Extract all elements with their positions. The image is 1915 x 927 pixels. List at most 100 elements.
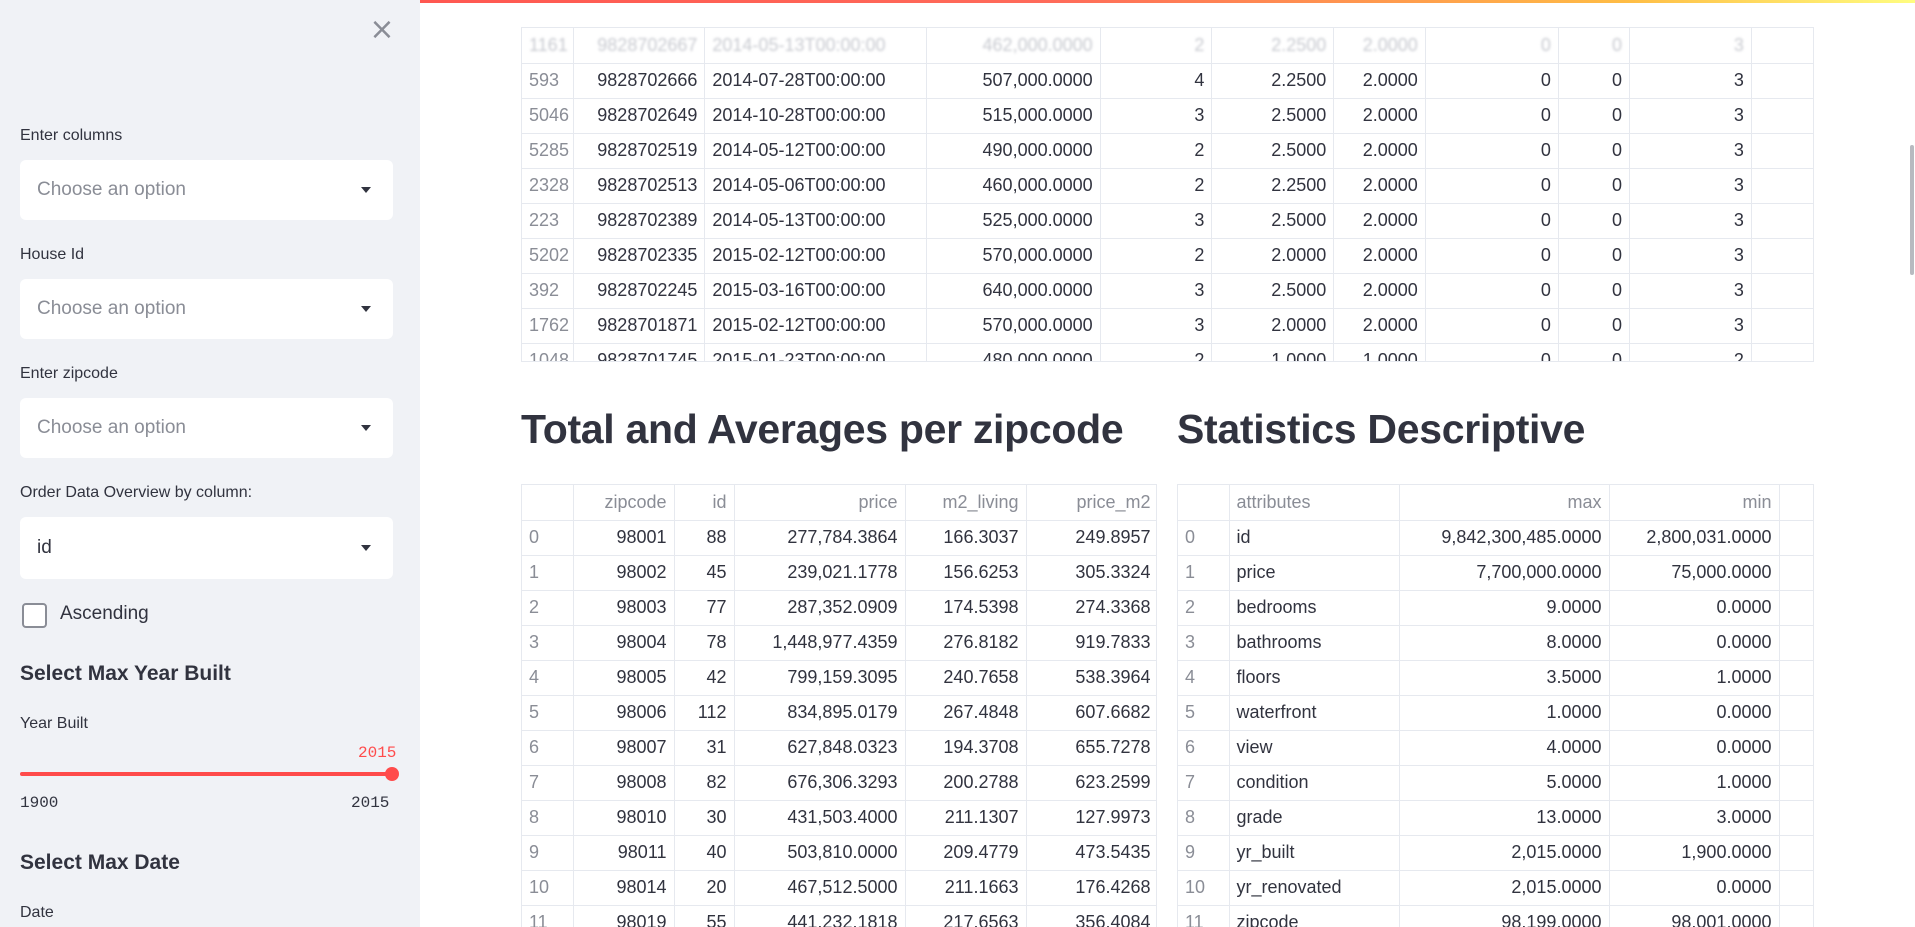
- table-row[interactable]: 1 price 7,700,000.0000 75,000.0000: [1178, 555, 1813, 591]
- table-row[interactable]: 8 98010 30 431,503.4000 211.1307 127.9973: [522, 800, 1156, 836]
- table-row[interactable]: 9 yr_built 2,015.0000 1,900.0000: [1178, 835, 1813, 871]
- year-slider-min: 1900: [20, 794, 59, 812]
- table-cell: 13.0000: [1399, 800, 1610, 836]
- table-row[interactable]: 4 floors 3.5000 1.0000: [1178, 660, 1813, 696]
- table-row[interactable]: 10 98014 20 467,512.5000 211.1663 176.4268: [522, 870, 1156, 906]
- table-cell: 276.8182: [905, 625, 1027, 661]
- table-row[interactable]: 4 98005 42 799,159.3095 240.7658 538.3964: [522, 660, 1156, 696]
- table-row[interactable]: 1161 9828702667 2014-05-13T00:00:00 462,000…: [522, 28, 1813, 64]
- table-row[interactable]: 11 98019 55 441,232.1818 217.6563 356.4084: [522, 905, 1156, 927]
- table-row[interactable]: 2 98003 77 287,352.0909 174.5398 274.3368: [522, 590, 1156, 626]
- table-row[interactable]: 10 yr_renovated 2,015.0000 0.0000: [1178, 870, 1813, 906]
- table-cell: 356.4084: [1026, 905, 1156, 927]
- table-cell: 98011: [573, 835, 675, 871]
- year-slider-track[interactable]: [20, 772, 393, 776]
- table-cell: 2.5000: [1211, 98, 1335, 134]
- table-row[interactable]: 5 98006 112 834,895.0179 267.4848 607.6682: [522, 695, 1156, 731]
- table-cell: 6: [522, 730, 574, 766]
- table-cell: 2.0000: [1333, 203, 1426, 239]
- table-row[interactable]: 1 98002 45 239,021.1778 156.6253 305.3324: [522, 555, 1156, 591]
- table-row[interactable]: 2328 9828702513 2014-05-06T00:00:00 460,000…: [522, 168, 1813, 204]
- year-slider-thumb[interactable]: [385, 767, 399, 781]
- table-row[interactable]: 7 98008 82 676,306.3293 200.2788 623.2599: [522, 765, 1156, 801]
- table-row[interactable]: 1048 9828701745 2015-01-23T00:00:00 480,000…: [522, 343, 1813, 361]
- table-cell: 0: [1425, 273, 1559, 309]
- table-cell: 30: [674, 800, 735, 836]
- data-overview-table[interactable]: 1161 9828702667 2014-05-13T00:00:00 462,000…: [521, 27, 1814, 362]
- table-row[interactable]: 5046 9828702649 2014-10-28T00:00:00 515,000…: [522, 98, 1813, 134]
- page-scrollbar[interactable]: [1910, 145, 1914, 275]
- table-cell: 277,784.3864: [734, 520, 906, 556]
- table-cell-empty: [1779, 625, 1813, 661]
- table-cell: 9,842,300,485.0000: [1399, 520, 1610, 556]
- columns-multiselect[interactable]: Choose an option: [20, 160, 393, 220]
- table-cell: 7: [1178, 765, 1230, 801]
- table-cell: 45: [674, 555, 735, 591]
- table-row[interactable]: 2 bedrooms 9.0000 0.0000: [1178, 590, 1813, 626]
- table-cell: 2.0000: [1333, 168, 1426, 204]
- table-cell: 3: [1100, 203, 1213, 239]
- table-cell-empty: [1779, 660, 1813, 696]
- table-row[interactable]: 5202 9828702335 2015-02-12T00:00:00 570,000…: [522, 238, 1813, 274]
- table-cell: 88: [674, 520, 735, 556]
- table-cell: 2,015.0000: [1399, 835, 1610, 871]
- table-cell: 0: [1425, 308, 1559, 344]
- table-row[interactable]: 5285 9828702519 2014-05-12T00:00:00 490,000…: [522, 133, 1813, 169]
- zipcode-table[interactable]: zipcode id price m2_living price_m2 0 98001 88…: [521, 484, 1157, 927]
- table-cell: 3.5000: [1399, 660, 1610, 696]
- zipcode-section-title: Total and Averages per zipcode: [521, 406, 1124, 452]
- table-cell: 0: [1425, 168, 1559, 204]
- table-row[interactable]: 8 grade 13.0000 3.0000: [1178, 800, 1813, 836]
- table-row[interactable]: 9 98011 40 503,810.0000 209.4779 473.5435: [522, 835, 1156, 871]
- table-row[interactable]: 593 9828702666 2014-07-28T00:00:00 507,000.…: [522, 63, 1813, 99]
- table-cell: 9: [1178, 835, 1230, 871]
- table-cell: 460,000.0000: [926, 168, 1101, 204]
- table-row[interactable]: 0 id 9,842,300,485.0000 2,800,031.0000: [1178, 520, 1813, 556]
- table-row[interactable]: 392 9828702245 2015-03-16T00:00:00 640,000.…: [522, 273, 1813, 309]
- table-cell: 217.6563: [905, 905, 1027, 927]
- table-cell-empty: [1751, 238, 1813, 274]
- table-cell: condition: [1229, 765, 1400, 801]
- table-cell: 6: [1178, 730, 1230, 766]
- table-row[interactable]: 223 9828702389 2014-05-13T00:00:00 525,000.…: [522, 203, 1813, 239]
- close-sidebar-icon[interactable]: ×: [367, 12, 397, 48]
- table-cell: 0: [1425, 238, 1559, 274]
- table-cell-empty: [1751, 343, 1813, 361]
- table-cell: 98006: [573, 695, 675, 731]
- table-cell: 2.0000: [1333, 98, 1426, 134]
- table-row[interactable]: 6 view 4.0000 0.0000: [1178, 730, 1813, 766]
- table-cell-empty: [1751, 133, 1813, 169]
- chevron-down-icon: [361, 187, 371, 193]
- table-row[interactable]: 3 98004 78 1,448,977.4359 276.8182 919.7833: [522, 625, 1156, 661]
- table-row[interactable]: 6 98007 31 627,848.0323 194.3708 655.7278: [522, 730, 1156, 766]
- table-row[interactable]: 5 waterfront 1.0000 0.0000: [1178, 695, 1813, 731]
- table-cell-empty: [1779, 555, 1813, 591]
- table-cell: grade: [1229, 800, 1400, 836]
- table-row[interactable]: 3 bathrooms 8.0000 0.0000: [1178, 625, 1813, 661]
- table-cell: 9: [522, 835, 574, 871]
- zipcode-multiselect[interactable]: Choose an option: [20, 398, 393, 458]
- table-cell: 2: [1100, 28, 1213, 64]
- table-cell: 11: [522, 905, 574, 927]
- table-cell: 0.0000: [1609, 730, 1780, 766]
- table-cell: 2.0000: [1333, 273, 1426, 309]
- house-id-multiselect[interactable]: Choose an option: [20, 279, 393, 339]
- main-content: 1161 9828702667 2014-05-13T00:00:00 462,000…: [420, 0, 1915, 927]
- order-select[interactable]: id: [20, 517, 393, 579]
- table-row[interactable]: 7 condition 5.0000 1.0000: [1178, 765, 1813, 801]
- table-cell: 431,503.4000: [734, 800, 906, 836]
- table-cell: 1.0000: [1399, 695, 1610, 731]
- table-cell: 9828702519: [573, 133, 706, 169]
- table-cell-empty: [1751, 63, 1813, 99]
- table-row[interactable]: 1762 9828701871 2015-02-12T00:00:00 570,000…: [522, 308, 1813, 344]
- table-cell: 1161: [522, 28, 575, 64]
- checkbox-box[interactable]: [22, 603, 47, 628]
- statistics-table[interactable]: attributes max min 0 id 9,842,300,485.0000 2,…: [1177, 484, 1814, 927]
- table-cell: 211.1663: [905, 870, 1027, 906]
- table-cell: 3: [1629, 28, 1752, 64]
- table-cell: 2: [1100, 343, 1213, 361]
- table-cell: 98008: [573, 765, 675, 801]
- table-row[interactable]: 11 zipcode 98,199.0000 98,001.0000: [1178, 905, 1813, 927]
- table-row[interactable]: 0 98001 88 277,784.3864 166.3037 249.8957: [522, 520, 1156, 556]
- table-cell: 441,232.1818: [734, 905, 906, 927]
